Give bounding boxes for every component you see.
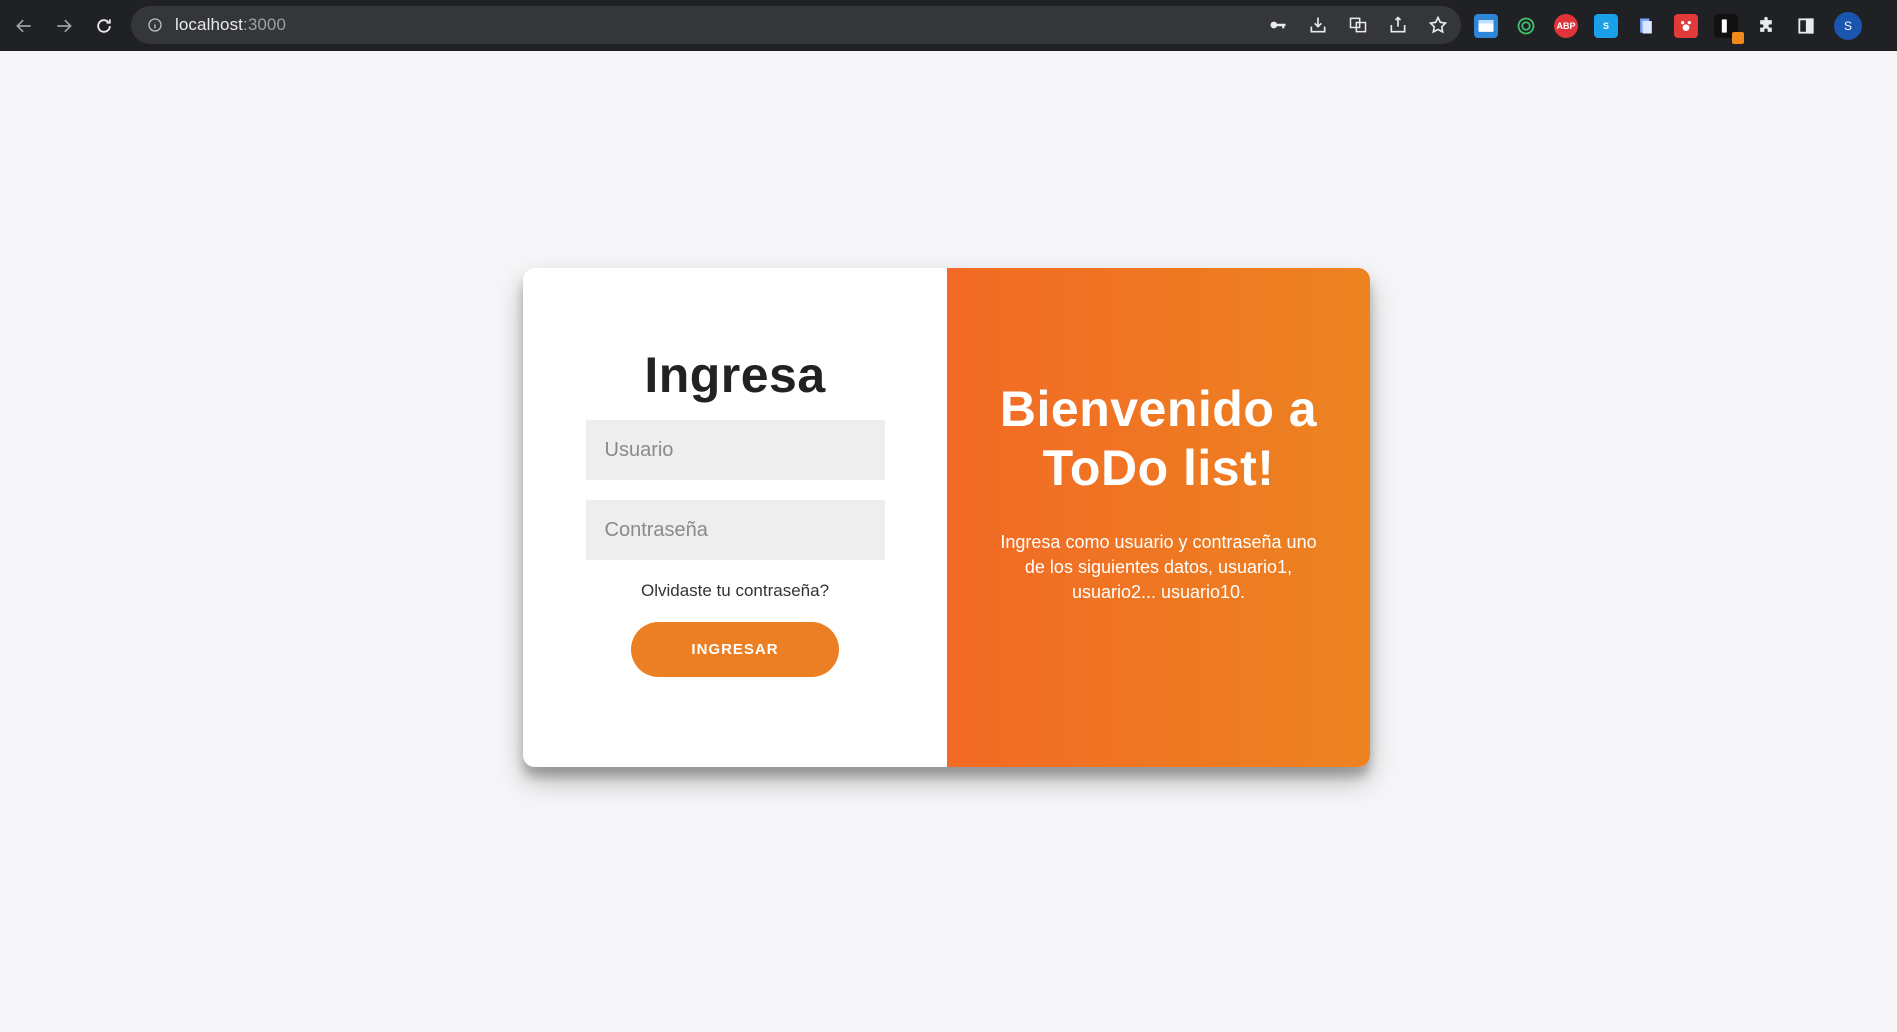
reload-icon [97, 18, 111, 33]
install-icon[interactable] [1307, 14, 1329, 36]
browser-toolbar: localhost:3000 ABP S S [0, 0, 1897, 51]
login-card: Ingresa Olvidaste tu contraseña? INGRESA… [523, 268, 1370, 767]
paw-ext-icon[interactable] [1674, 13, 1698, 38]
ext-badge [1732, 31, 1744, 44]
reload-button[interactable] [84, 6, 124, 46]
profile-avatar[interactable]: S [1834, 11, 1862, 40]
address-bar[interactable]: localhost:3000 [131, 6, 1461, 44]
url-host: localhost [175, 15, 243, 34]
forgot-password-link[interactable]: Olvidaste tu contraseña? [641, 581, 829, 601]
back-button[interactable] [4, 6, 44, 46]
sign-in-title: Ingresa [644, 347, 826, 403]
forward-button[interactable] [44, 6, 84, 46]
sign-in-panel: Ingresa Olvidaste tu contraseña? INGRESA… [523, 268, 947, 767]
arrow-left-icon [16, 19, 31, 32]
doc-ext-icon[interactable] [1634, 14, 1658, 38]
url-text: localhost:3000 [175, 15, 286, 35]
target-ext-icon[interactable] [1514, 14, 1538, 38]
s-ext-icon[interactable]: S [1594, 13, 1618, 38]
bookmark-star-icon[interactable] [1427, 14, 1449, 36]
translate-icon[interactable] [1347, 14, 1369, 36]
puzzle-icon[interactable] [1754, 14, 1778, 38]
side-panel-icon[interactable] [1794, 14, 1818, 38]
username-field[interactable] [585, 420, 885, 480]
welcome-panel: Bienvenido a ToDo list! Ingresa como usu… [947, 268, 1370, 767]
key-icon[interactable] [1267, 14, 1289, 36]
window-ext-icon[interactable] [1474, 13, 1498, 38]
adblock-ext-icon[interactable]: ABP [1554, 13, 1578, 38]
share-icon[interactable] [1387, 14, 1409, 36]
password-field[interactable] [585, 500, 885, 560]
info-icon[interactable] [147, 17, 163, 33]
arrow-right-icon [57, 19, 72, 32]
extensions-bar: ABP S S [1474, 0, 1862, 51]
url-port: :3000 [243, 15, 287, 34]
omnibox-actions [1267, 6, 1449, 44]
login-button[interactable]: INGRESAR [631, 622, 839, 677]
welcome-title: Bienvenido a ToDo list! [999, 381, 1318, 496]
welcome-message: Ingresa como usuario y contraseña uno de… [1000, 532, 1317, 602]
tag-ext-icon[interactable] [1714, 13, 1744, 44]
